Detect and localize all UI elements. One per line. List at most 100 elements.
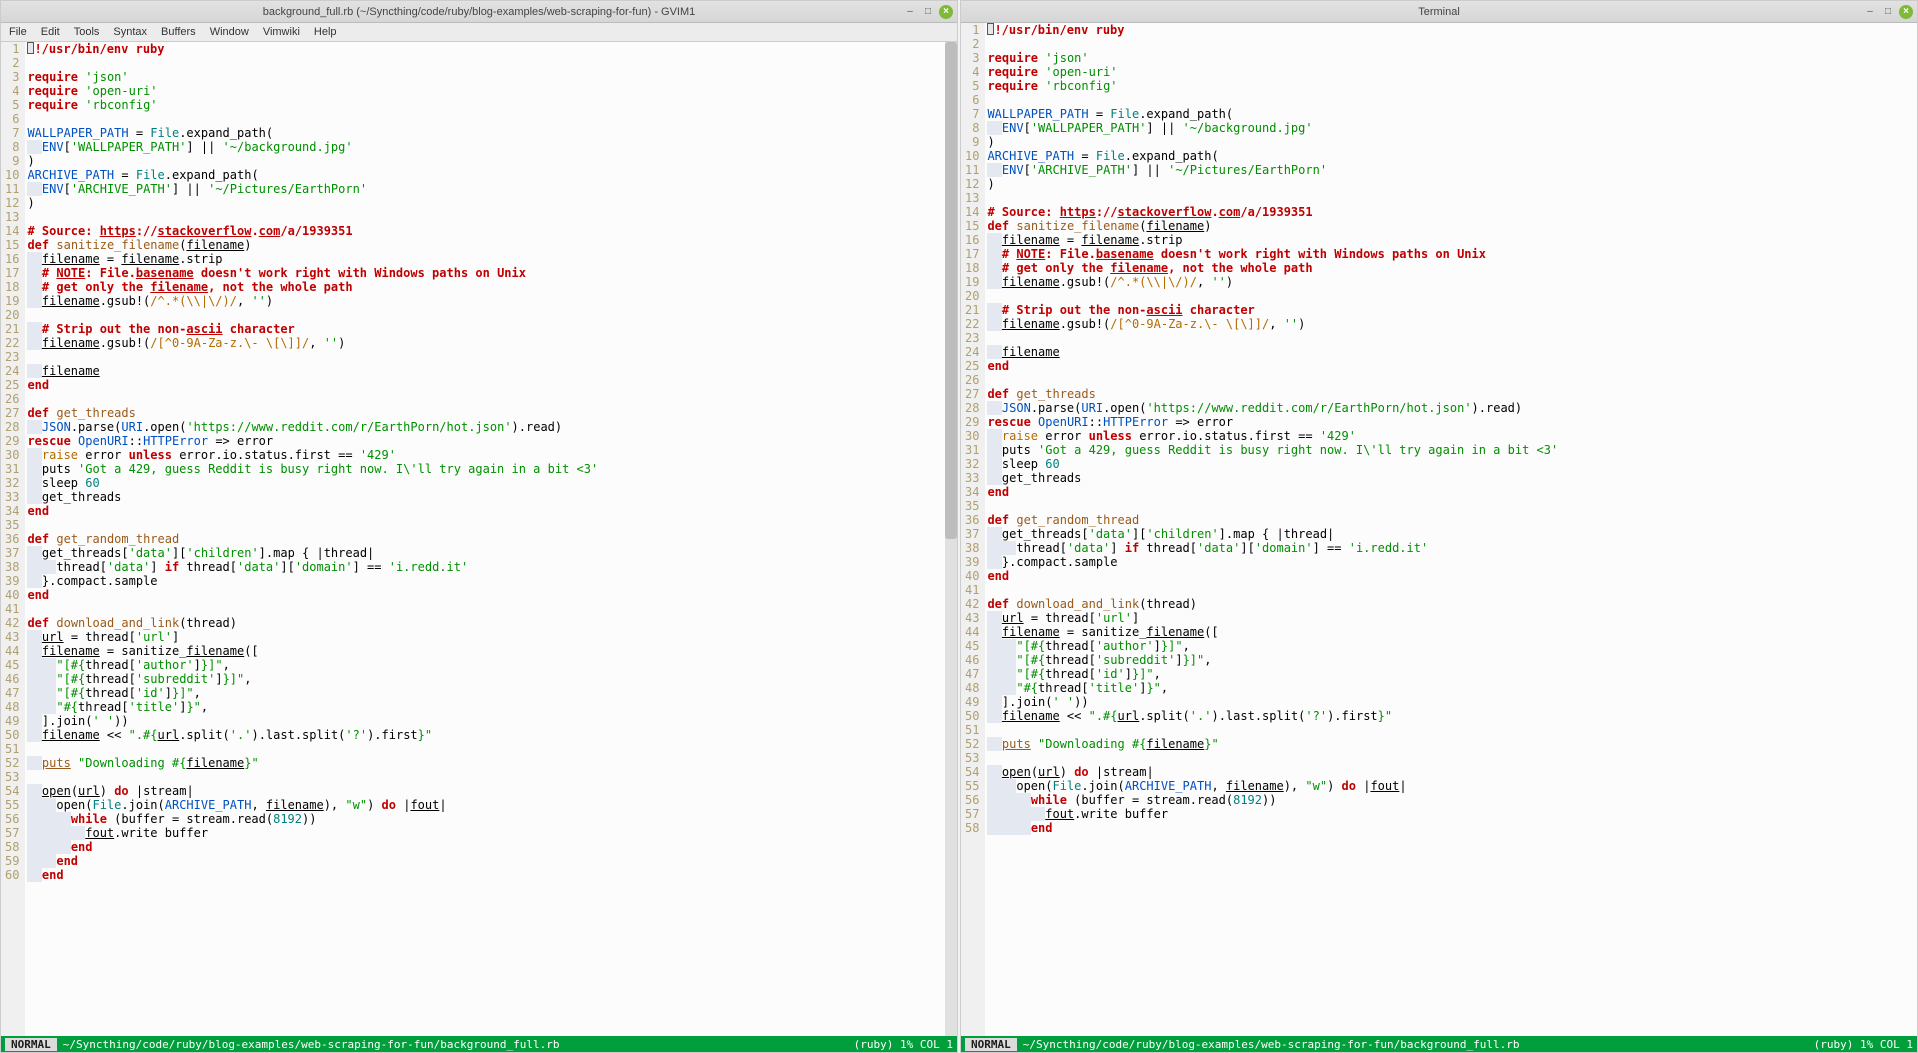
gvim-editor[interactable]: !/usr/bin/env rubyrequire 'json'require … [25, 42, 945, 1036]
code-line [987, 289, 1917, 303]
code-line: ENV['WALLPAPER_PATH'] || '~/background.j… [987, 121, 1917, 135]
code-line: end [987, 569, 1917, 583]
code-line: "[#{thread['author']}]", [987, 639, 1917, 653]
code-line: puts 'Got a 429, guess Reddit is busy ri… [987, 443, 1917, 457]
terminal-editor[interactable]: !/usr/bin/env rubyrequire 'json'require … [985, 23, 1917, 1036]
code-line: url = thread['url'] [27, 630, 945, 644]
code-line: ENV['ARCHIVE_PATH'] || '~/Pictures/Earth… [987, 163, 1917, 177]
code-line: # NOTE: File.basename doesn't work right… [27, 266, 945, 280]
code-line [987, 373, 1917, 387]
code-line: require 'json' [987, 51, 1917, 65]
menu-file[interactable]: File [9, 26, 27, 38]
code-line [27, 770, 945, 784]
code-line: get_threads [27, 490, 945, 504]
maximize-icon[interactable]: □ [1881, 5, 1895, 19]
vim-mode: NORMAL [965, 1038, 1017, 1051]
terminal-gutter: 1234567891011121314151617181920212223242… [961, 23, 985, 1036]
status-info: (ruby) 1% COL 1 [854, 1038, 953, 1051]
code-line: filename.gsub!(/^.*(\\|\/)/, '') [987, 275, 1917, 289]
code-line [27, 210, 945, 224]
code-line: end [987, 821, 1917, 835]
close-icon[interactable]: × [1899, 5, 1913, 19]
gvim-gutter: 1234567891011121314151617181920212223242… [1, 42, 25, 1036]
menu-tools[interactable]: Tools [74, 26, 100, 38]
maximize-icon[interactable]: □ [921, 5, 935, 19]
code-line [987, 331, 1917, 345]
code-line: get_threads [987, 471, 1917, 485]
code-line: def sanitize_filename(filename) [27, 238, 945, 252]
code-line: fout.write buffer [27, 826, 945, 840]
code-line [987, 191, 1917, 205]
code-line: # NOTE: File.basename doesn't work right… [987, 247, 1917, 261]
code-line: open(url) do |stream| [987, 765, 1917, 779]
code-line: require 'open-uri' [987, 65, 1917, 79]
menu-window[interactable]: Window [210, 26, 249, 38]
code-line: filename [27, 364, 945, 378]
code-line: rescue OpenURI::HTTPError => error [27, 434, 945, 448]
code-line: raise error unless error.io.status.first… [27, 448, 945, 462]
code-line: def get_random_thread [987, 513, 1917, 527]
code-line [987, 37, 1917, 51]
code-line: "#{thread['title']}", [987, 681, 1917, 695]
terminal-title: Terminal [1418, 6, 1460, 18]
code-line: "#{thread['title']}", [27, 700, 945, 714]
code-line: WALLPAPER_PATH = File.expand_path( [27, 126, 945, 140]
minimize-icon[interactable]: – [1863, 5, 1877, 19]
code-line: "[#{thread['author']}]", [27, 658, 945, 672]
code-line [27, 350, 945, 364]
code-line: end [27, 588, 945, 602]
terminal-statusbar: NORMAL ~/Syncthing/code/ruby/blog-exampl… [961, 1036, 1917, 1052]
code-line: filename.gsub!(/^.*(\\|\/)/, '') [27, 294, 945, 308]
code-line: open(File.join(ARCHIVE_PATH, filename), … [27, 798, 945, 812]
code-line: end [987, 359, 1917, 373]
gvim-scrollbar[interactable] [945, 42, 957, 1036]
code-line: "[#{thread['subreddit']}]", [27, 672, 945, 686]
code-line: filename = sanitize_filename([ [987, 625, 1917, 639]
close-icon[interactable]: × [939, 5, 953, 19]
code-line: end [27, 868, 945, 882]
menu-edit[interactable]: Edit [41, 26, 60, 38]
gvim-menubar: File Edit Tools Syntax Buffers Window Vimwiki H… [1, 23, 957, 42]
code-line: ARCHIVE_PATH = File.expand_path( [27, 168, 945, 182]
gvim-title: background_full.rb (~/Syncthing/code/rub… [263, 6, 696, 18]
menu-syntax[interactable]: Syntax [113, 26, 147, 38]
status-path: ~/Syncthing/code/ruby/blog-examples/web-… [1023, 1038, 1814, 1051]
code-line: end [27, 854, 945, 868]
code-line: }.compact.sample [27, 574, 945, 588]
code-line: while (buffer = stream.read(8192)) [987, 793, 1917, 807]
code-line: end [27, 504, 945, 518]
code-line: def download_and_link(thread) [987, 597, 1917, 611]
code-line: puts "Downloading #{filename}" [27, 756, 945, 770]
code-line: ARCHIVE_PATH = File.expand_path( [987, 149, 1917, 163]
code-line: sleep 60 [987, 457, 1917, 471]
menu-vimwiki[interactable]: Vimwiki [263, 26, 300, 38]
code-line: rescue OpenURI::HTTPError => error [987, 415, 1917, 429]
code-line: ) [27, 154, 945, 168]
code-line: # get only the filename, not the whole p… [27, 280, 945, 294]
code-line: # get only the filename, not the whole p… [987, 261, 1917, 275]
code-line: puts 'Got a 429, guess Reddit is busy ri… [27, 462, 945, 476]
code-line [27, 742, 945, 756]
code-line [27, 112, 945, 126]
code-line: ENV['ARCHIVE_PATH'] || '~/Pictures/Earth… [27, 182, 945, 196]
gvim-statusbar: NORMAL ~/Syncthing/code/ruby/blog-exampl… [1, 1036, 957, 1052]
menu-buffers[interactable]: Buffers [161, 26, 196, 38]
gvim-titlebar: background_full.rb (~/Syncthing/code/rub… [1, 1, 957, 23]
code-line: def sanitize_filename(filename) [987, 219, 1917, 233]
code-line: ].join(' ')) [987, 695, 1917, 709]
code-line: filename.gsub!(/[^0-9A-Za-z.\- \[\]]/, '… [27, 336, 945, 350]
status-path: ~/Syncthing/code/ruby/blog-examples/web-… [63, 1038, 854, 1051]
menu-help[interactable]: Help [314, 26, 337, 38]
code-line: require 'rbconfig' [27, 98, 945, 112]
code-line: }.compact.sample [987, 555, 1917, 569]
code-line: "[#{thread['id']}]", [987, 667, 1917, 681]
status-info: (ruby) 1% COL 1 [1814, 1038, 1913, 1051]
gvim-window: background_full.rb (~/Syncthing/code/rub… [0, 0, 958, 1053]
code-line: thread['data'] if thread['data']['domain… [987, 541, 1917, 555]
minimize-icon[interactable]: – [903, 5, 917, 19]
code-line [27, 308, 945, 322]
code-line: require 'rbconfig' [987, 79, 1917, 93]
code-line: def get_threads [27, 406, 945, 420]
code-line: ) [987, 177, 1917, 191]
code-line: filename << ".#{url.split('.').last.spli… [27, 728, 945, 742]
